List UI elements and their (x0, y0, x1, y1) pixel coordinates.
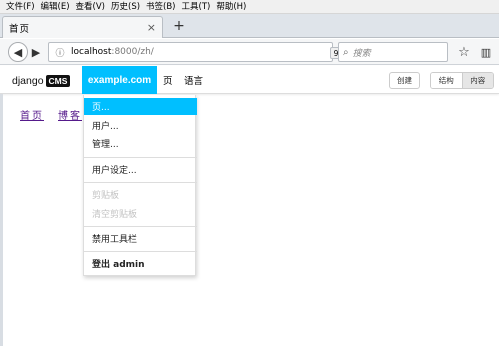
dropdown-item-disable-toolbar[interactable]: 禁用工具栏 (84, 230, 197, 247)
search-icon: ⌕ (343, 46, 349, 58)
new-tab-button[interactable]: + (170, 16, 188, 36)
close-tab-icon[interactable]: × (147, 22, 156, 33)
language-menu-button[interactable]: 语言 (184, 66, 203, 94)
address-bar[interactable]: ⓘ localhost:8000/zh/ 90% ↻ (48, 42, 374, 62)
cms-toolbar: django CMS example.com 页 语言 创建 结构 内容 (0, 66, 499, 94)
logo-text: django (12, 74, 44, 87)
nav-link-blog[interactable]: 博客 (58, 107, 82, 122)
django-cms-logo[interactable]: django CMS (12, 73, 71, 88)
dropdown-item-user-settings[interactable]: 用户设定... (84, 161, 197, 178)
menu-edit[interactable]: 编辑(E) (38, 0, 73, 14)
dropdown-separator (84, 226, 197, 227)
dropdown-item-pages[interactable]: 页... (84, 98, 197, 115)
structure-mode-button[interactable]: 结构 (431, 73, 462, 88)
menu-file[interactable]: 文件(F) (3, 0, 38, 14)
library-icon[interactable]: ▥ (478, 44, 494, 60)
window-left-edge (0, 94, 3, 346)
tab-strip: 首页 × + (0, 14, 499, 38)
window-menu-bar: 文件(F) 编辑(E) 查看(V) 历史(S) 书签(B) 工具(T) 帮助(H… (0, 0, 499, 14)
url-path: :8000/zh/ (111, 47, 154, 57)
site-menu-button[interactable]: example.com (82, 66, 157, 94)
dropdown-separator (84, 251, 197, 252)
create-button[interactable]: 创建 (389, 72, 420, 89)
menu-view[interactable]: 查看(V) (73, 0, 108, 14)
dropdown-separator (84, 157, 197, 158)
dropdown-item-users[interactable]: 用户... (84, 117, 197, 134)
logo-badge: CMS (45, 74, 71, 87)
page-menu-button[interactable]: 页 (163, 66, 173, 94)
tab-home[interactable]: 首页 × (2, 16, 163, 38)
dropdown-separator (84, 182, 197, 183)
tab-title: 首页 (9, 23, 31, 35)
info-icon[interactable]: ⓘ (52, 46, 68, 59)
back-arrow-icon[interactable]: ◀ (8, 42, 28, 62)
content-mode-button[interactable]: 内容 (461, 73, 493, 88)
navigation-bar: ◀ ▶ ⓘ localhost:8000/zh/ 90% ↻ ⌕ 搜索 ☆ ▥ (0, 39, 499, 65)
dropdown-item-admin[interactable]: 管理... (84, 135, 197, 152)
forward-arrow-icon[interactable]: ▶ (29, 45, 43, 59)
search-input[interactable]: ⌕ 搜索 (338, 42, 448, 62)
bookmark-star-icon[interactable]: ☆ (456, 44, 472, 60)
dropdown-item-clipboard: 剪贴板 (92, 191, 120, 201)
search-placeholder: 搜索 (352, 48, 371, 59)
menu-tools[interactable]: 工具(T) (179, 0, 214, 14)
url-host: localhost (71, 47, 112, 57)
dropdown-item-logout[interactable]: 登出 admin (84, 255, 197, 272)
url-text: localhost:8000/zh/ (68, 47, 332, 57)
menu-history[interactable]: 历史(S) (108, 0, 143, 14)
dropdown-item-clear-clipboard: 清空剪贴板 (92, 210, 138, 220)
nav-link-home[interactable]: 首页 (20, 107, 44, 122)
menu-bookmarks[interactable]: 书签(B) (143, 0, 178, 14)
mode-switcher: 结构 内容 (430, 72, 494, 89)
menu-help[interactable]: 帮助(H) (213, 0, 249, 14)
site-dropdown-menu: 页... 用户... 管理... 用户设定... 剪贴板 清空剪贴板 禁用工具栏… (83, 95, 197, 276)
